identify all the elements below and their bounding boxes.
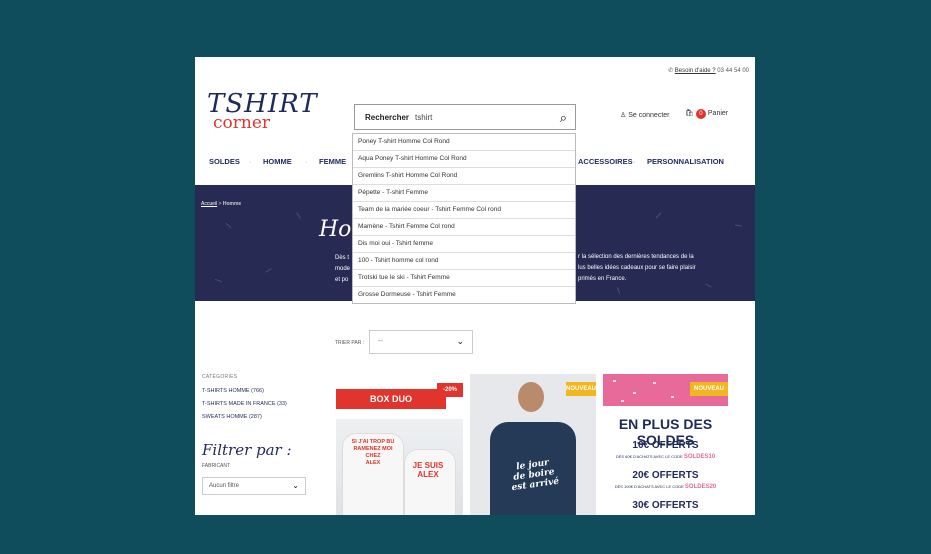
model-head bbox=[518, 382, 544, 412]
nav-item-homme[interactable]: HOMME bbox=[263, 157, 292, 166]
sort-value: -- bbox=[378, 338, 383, 345]
breadcrumb: Accueil > Homme bbox=[201, 201, 242, 207]
product-card[interactable]: le jour de boire est arrivé NOUVEAU bbox=[470, 374, 596, 515]
sidebar-category[interactable]: SWEATS HOMME (287) bbox=[202, 414, 312, 427]
promo-sub-2: DÈS 100€ D'ACHATS AVEC LE CODE SOLDES20 bbox=[614, 484, 717, 490]
suggestion-item[interactable]: Aqua Poney T-shirt Homme Col Rond bbox=[353, 151, 575, 168]
suggestion-item[interactable]: Mamène - Tshirt Femme Col rond bbox=[353, 219, 575, 236]
search-bar[interactable]: Rechercher tshirt ⌕ bbox=[354, 104, 576, 130]
chevron-down-icon: ⌄ bbox=[456, 336, 464, 346]
suggestion-item[interactable]: Dis moi oui - Tshirt femme bbox=[353, 236, 575, 253]
nav-separator: · bbox=[305, 157, 308, 166]
new-badge: NOUVEAU bbox=[566, 382, 596, 396]
nav-item-personnalisation[interactable]: PERSONNALISATION bbox=[647, 157, 724, 166]
search-label: Rechercher bbox=[365, 113, 410, 122]
sidebar: CATÉGORIES T-SHIRTS HOMME (766) T-SHIRTS… bbox=[202, 374, 312, 495]
suggestion-item[interactable]: Grosse Dormeuse - Tshirt Femme bbox=[353, 287, 575, 303]
product-card[interactable]: BOX DUO -20% SI J'AI TROP BU RAMENEZ MOI… bbox=[336, 383, 463, 515]
promo-card[interactable]: NOUVEAU EN PLUS DES SOLDES 10€ OFFERTS D… bbox=[603, 374, 728, 515]
nav-separator: · bbox=[249, 157, 252, 166]
user-icon: ♙ bbox=[620, 112, 627, 119]
hero-text-right: r la sélection des dernières tendances d… bbox=[578, 254, 696, 282]
suggestion-item[interactable]: Team de la mariée coeur - Tshirt Femme C… bbox=[353, 202, 575, 219]
manufacturer-label: FABRICANT bbox=[202, 463, 231, 469]
help-link[interactable]: Besoin d'aide ? bbox=[675, 68, 716, 74]
cart-icon: 🛍 bbox=[685, 110, 694, 117]
top-help-bar: ✆ Besoin d'aide ? 03 44 54 00 bbox=[668, 67, 749, 74]
nav-item-femme[interactable]: FEMME bbox=[319, 157, 346, 166]
search-suggestions: Poney T-shirt Homme Col Rond Aqua Poney … bbox=[352, 133, 576, 304]
filter-heading: Filtrer par : bbox=[202, 441, 292, 459]
promo-offer-2: 20€ OFFERTS bbox=[632, 470, 699, 481]
search-input[interactable]: tshirt bbox=[415, 113, 432, 122]
nav-item-soldes[interactable]: SOLDES bbox=[209, 157, 240, 166]
tshirt-right bbox=[404, 449, 456, 515]
browser-page: ✆ Besoin d'aide ? 03 44 54 00 TSHIRT cor… bbox=[195, 57, 755, 515]
sidebar-category[interactable]: T-SHIRTS MADE IN FRANCE (33) bbox=[202, 401, 312, 414]
cart-count-badge: 0 bbox=[695, 109, 706, 119]
suggestion-item[interactable]: Trotski tue le ski - Tshirt Femme bbox=[353, 270, 575, 287]
nav-item-accessoires[interactable]: ACCESSOIRES bbox=[578, 157, 633, 166]
discount-badge: -20% bbox=[437, 383, 463, 397]
product-image: SI J'AI TROP BU RAMENEZ MOI CHEZ ALEX JE… bbox=[336, 419, 463, 515]
phone-number: 03 44 54 00 bbox=[717, 68, 749, 74]
suggestion-item[interactable]: Poney T-shirt Homme Col Rond bbox=[353, 134, 575, 151]
sort-label: TRIER PAR : bbox=[335, 340, 365, 346]
categories-heading: CATÉGORIES bbox=[202, 374, 238, 380]
promo-offer-1: 10€ OFFERTS bbox=[632, 440, 699, 451]
suggestion-item[interactable]: Pépette - T-shirt Femme bbox=[353, 185, 575, 202]
shirt-print-right: JE SUIS ALEX bbox=[412, 461, 444, 479]
cart-label: Panier bbox=[707, 110, 729, 117]
new-badge: NOUVEAU bbox=[690, 382, 728, 396]
cart-button[interactable]: 🛍 0 Panier bbox=[685, 109, 728, 119]
manufacturer-select[interactable]: Aucun filtre ⌄ bbox=[202, 477, 306, 495]
nav-separator: · bbox=[633, 157, 636, 166]
login-link[interactable]: ♙ Se connecter bbox=[620, 111, 669, 119]
breadcrumb-home[interactable]: Accueil bbox=[201, 201, 217, 207]
site-logo[interactable]: TSHIRT corner bbox=[207, 91, 318, 132]
suggestion-item[interactable]: 100 - Tshirt homme col rond bbox=[353, 253, 575, 270]
product-banner: BOX DUO bbox=[336, 389, 446, 409]
shirt-print-left: SI J'AI TROP BU RAMENEZ MOI CHEZ ALEX bbox=[351, 439, 395, 466]
promo-offer-3: 30€ OFFERTS bbox=[632, 500, 699, 511]
sort-select[interactable]: -- ⌄ bbox=[369, 330, 473, 354]
chevron-down-icon: ⌄ bbox=[292, 481, 299, 490]
promo-sub-1: DÈS 60€ D'ACHATS AVEC LE CODE SOLDES10 bbox=[615, 454, 716, 460]
filter-value: Aucun filtre bbox=[209, 483, 240, 489]
sidebar-category[interactable]: T-SHIRTS HOMME (766) bbox=[202, 388, 312, 401]
search-icon[interactable]: ⌕ bbox=[560, 110, 567, 126]
suggestion-item[interactable]: Gremlins T-shirt Homme Col Rond bbox=[353, 168, 575, 185]
phone-icon: ✆ bbox=[668, 68, 674, 74]
login-label: Se connecter bbox=[628, 112, 670, 119]
breadcrumb-current: Homme bbox=[222, 201, 242, 207]
